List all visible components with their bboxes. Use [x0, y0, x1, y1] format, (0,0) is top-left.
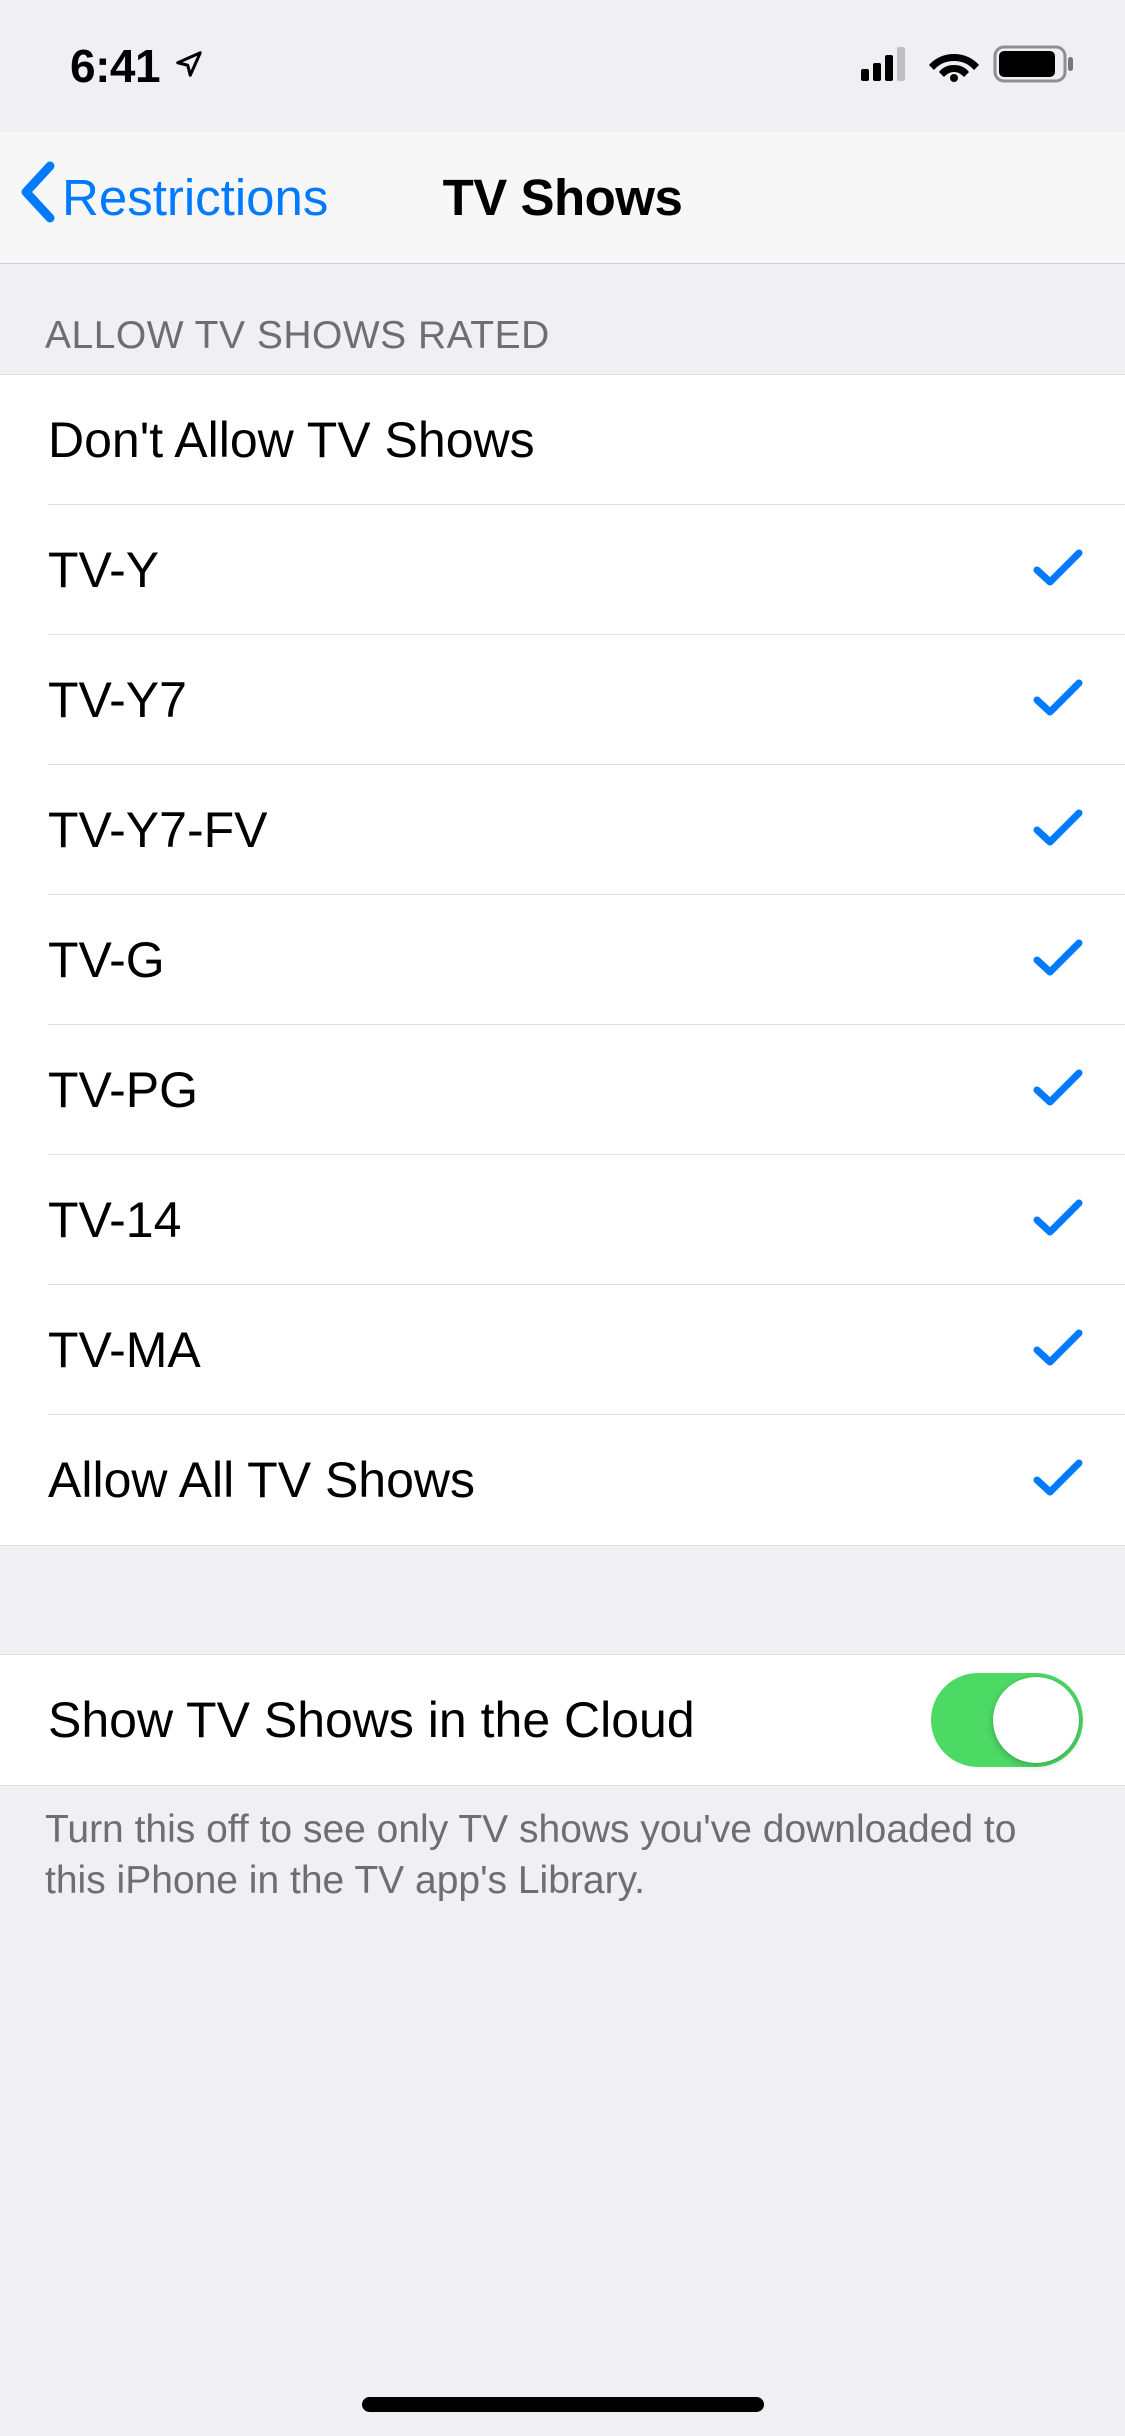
- rating-label: TV-Y7: [48, 671, 187, 729]
- back-button[interactable]: Restrictions: [0, 160, 328, 236]
- rating-row[interactable]: Don't Allow TV Shows: [0, 375, 1125, 505]
- show-cloud-toggle[interactable]: [931, 1673, 1083, 1767]
- rating-row[interactable]: TV-14: [0, 1155, 1125, 1285]
- checkmark-icon: [1033, 678, 1083, 723]
- checkmark-icon: [1033, 1068, 1083, 1113]
- status-bar: 6:41: [0, 0, 1125, 132]
- status-left: 6:41: [70, 39, 204, 93]
- checkmark-icon: [1033, 548, 1083, 593]
- rating-row[interactable]: TV-Y7-FV: [0, 765, 1125, 895]
- rating-row[interactable]: TV-MA: [0, 1285, 1125, 1415]
- rating-label: TV-MA: [48, 1321, 201, 1379]
- status-right: [861, 45, 1075, 88]
- checkmark-icon: [1033, 808, 1083, 853]
- status-time: 6:41: [70, 39, 160, 93]
- rating-label: TV-Y: [48, 541, 159, 599]
- wifi-icon: [929, 46, 979, 87]
- rating-label: TV-Y7-FV: [48, 801, 267, 859]
- rating-label: TV-PG: [48, 1061, 198, 1119]
- rating-label: TV-G: [48, 931, 165, 989]
- checkmark-icon: [1033, 1328, 1083, 1373]
- home-indicator[interactable]: [362, 2397, 764, 2412]
- checkmark-icon: [1033, 938, 1083, 983]
- rating-label: Don't Allow TV Shows: [48, 411, 535, 469]
- rating-row[interactable]: Allow All TV Shows: [0, 1415, 1125, 1545]
- ratings-list: Don't Allow TV Shows TV-Y TV-Y7 TV-Y7-FV TV-…: [0, 374, 1125, 1546]
- rating-row[interactable]: TV-Y7: [0, 635, 1125, 765]
- rating-row[interactable]: TV-PG: [0, 1025, 1125, 1155]
- page-title: TV Shows: [443, 168, 683, 227]
- rating-row[interactable]: TV-Y: [0, 505, 1125, 635]
- toggle-knob: [993, 1677, 1079, 1763]
- checkmark-icon: [1033, 1198, 1083, 1243]
- cloud-section-footer: Turn this off to see only TV shows you'v…: [0, 1786, 1125, 1907]
- show-cloud-row[interactable]: Show TV Shows in the Cloud: [0, 1654, 1125, 1786]
- back-button-label: Restrictions: [62, 168, 328, 227]
- cellular-icon: [861, 47, 915, 86]
- rating-label: TV-14: [48, 1191, 181, 1249]
- rating-row[interactable]: TV-G: [0, 895, 1125, 1025]
- checkmark-icon: [1033, 1458, 1083, 1503]
- section-spacer: [0, 1546, 1125, 1654]
- chevron-left-icon: [18, 160, 56, 236]
- rating-label: Allow All TV Shows: [48, 1451, 475, 1509]
- battery-icon: [993, 45, 1075, 88]
- show-cloud-label: Show TV Shows in the Cloud: [48, 1691, 695, 1749]
- ratings-section-header: ALLOW TV SHOWS RATED: [0, 264, 1125, 374]
- location-icon: [174, 49, 204, 84]
- nav-bar: Restrictions TV Shows: [0, 132, 1125, 264]
